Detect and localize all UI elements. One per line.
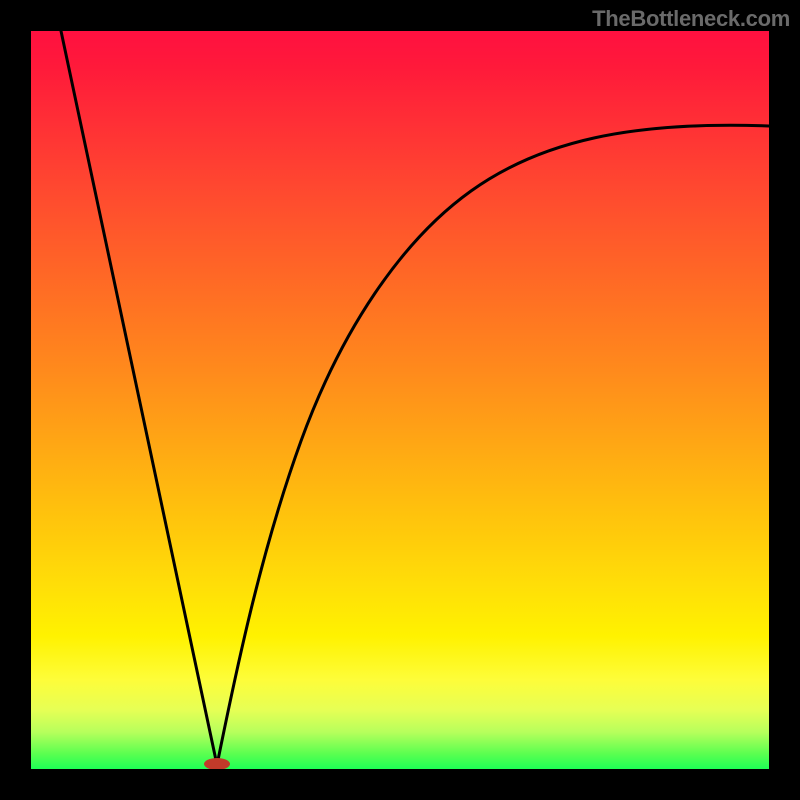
curve-svg [31, 31, 769, 769]
curve-left [61, 31, 217, 765]
curve-right [217, 125, 769, 765]
plot-area [31, 31, 769, 769]
minimum-marker [204, 758, 230, 769]
chart-frame: TheBottleneck.com [0, 0, 800, 800]
watermark-text: TheBottleneck.com [592, 6, 790, 32]
